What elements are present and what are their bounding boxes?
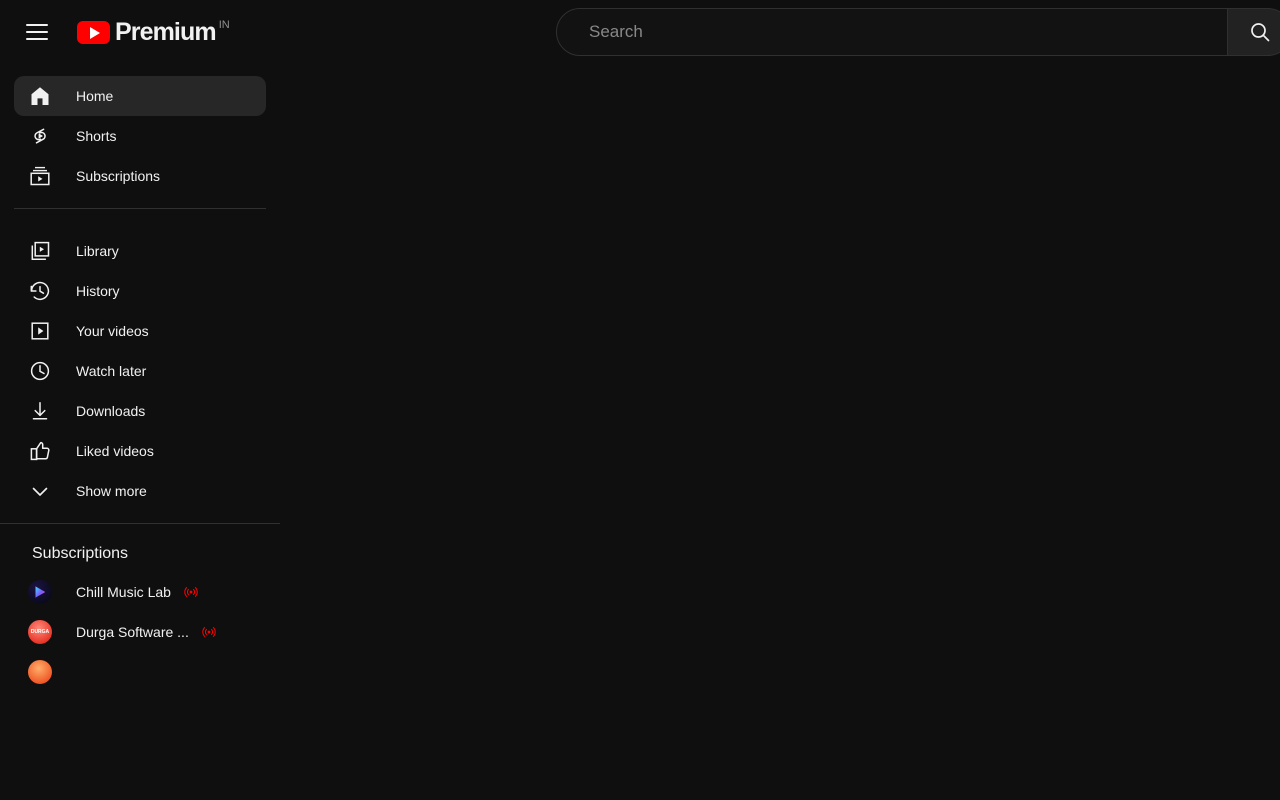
live-broadcast-icon <box>201 624 217 640</box>
hamburger-menu-icon[interactable] <box>17 12 57 52</box>
search-input[interactable] <box>589 22 1227 42</box>
sidebar-item-label: Downloads <box>76 403 146 419</box>
your-videos-icon <box>28 319 52 343</box>
hamburger-line <box>26 31 48 33</box>
liked-videos-icon <box>28 439 52 463</box>
subscription-channel-name: Chill Music Lab <box>76 584 171 600</box>
sidebar-item-watch-later[interactable]: Watch later <box>14 351 266 391</box>
subscription-channel-chill-music-lab[interactable]: Chill Music Lab <box>14 572 266 612</box>
sidebar-item-label: Shorts <box>76 128 117 144</box>
subscription-channel-name: Durga Software ... <box>76 624 189 640</box>
subscriptions-icon <box>28 164 52 188</box>
main-content-area <box>280 64 1280 800</box>
sidebar-item-label: History <box>76 283 120 299</box>
top-header-bar: Premium IN <box>0 0 1280 64</box>
sidebar-item-label: Home <box>76 88 114 104</box>
sidebar-primary-group: Home Shorts Subscriptions <box>0 76 280 196</box>
hamburger-line <box>26 24 48 26</box>
sidebar-item-shorts[interactable]: Shorts <box>14 116 266 156</box>
shorts-icon <box>28 124 52 148</box>
subscription-channel-third[interactable] <box>14 652 266 692</box>
sidebar-item-home[interactable]: Home <box>14 76 266 116</box>
sidebar-item-label: Liked videos <box>76 443 154 459</box>
sidebar-item-label: Your videos <box>76 323 149 339</box>
sidebar-item-history[interactable]: History <box>14 271 266 311</box>
sidebar-item-library[interactable]: Library <box>14 231 266 271</box>
sidebar-item-subscriptions[interactable]: Subscriptions <box>14 156 266 196</box>
library-icon <box>28 239 52 263</box>
sidebar-item-show-more[interactable]: Show more <box>14 471 266 511</box>
youtube-premium-app: Premium IN Search Home Shorts Subscripti… <box>0 0 1280 800</box>
subscription-channel-durga-software[interactable]: DURGA Durga Software ... <box>14 612 266 652</box>
sidebar-divider-bottom <box>0 523 280 524</box>
home-icon <box>28 84 52 108</box>
live-broadcast-icon <box>183 584 199 600</box>
sidebar-item-your-videos[interactable]: Your videos <box>14 311 266 351</box>
search-submit-button[interactable] <box>1228 8 1280 56</box>
sidebar-secondary-group: Library History Your videos Watch later … <box>0 231 280 511</box>
subscriptions-section-title: Subscriptions <box>32 545 129 562</box>
search-area <box>556 8 1280 56</box>
premium-wordmark: Premium <box>115 18 217 46</box>
search-icon <box>1250 23 1269 42</box>
avatar-text: DURGA <box>30 628 50 635</box>
durga-software-avatar: DURGA <box>28 620 52 644</box>
youtube-premium-logo[interactable]: Premium IN <box>77 12 230 52</box>
hamburger-line <box>26 38 48 40</box>
sidebar-divider-top <box>14 208 266 209</box>
watch-later-icon <box>28 359 52 383</box>
third-channel-avatar <box>28 660 52 684</box>
sidebar-item-label: Show more <box>76 483 147 499</box>
chevron-down-icon <box>28 479 52 503</box>
search-box[interactable] <box>556 8 1228 56</box>
youtube-play-icon <box>77 21 110 44</box>
chill-music-lab-avatar <box>28 580 52 604</box>
sidebar-item-label: Watch later <box>76 363 147 379</box>
sidebar-item-liked-videos[interactable]: Liked videos <box>14 431 266 471</box>
sidebar-navigation: Home Shorts Subscriptions Library Histor… <box>0 64 280 800</box>
sidebar-item-downloads[interactable]: Downloads <box>14 391 266 431</box>
history-icon <box>28 279 52 303</box>
sidebar-item-label: Library <box>76 243 119 259</box>
sidebar-item-label: Subscriptions <box>76 168 161 184</box>
country-code-label: IN <box>218 19 230 31</box>
downloads-icon <box>28 399 52 423</box>
